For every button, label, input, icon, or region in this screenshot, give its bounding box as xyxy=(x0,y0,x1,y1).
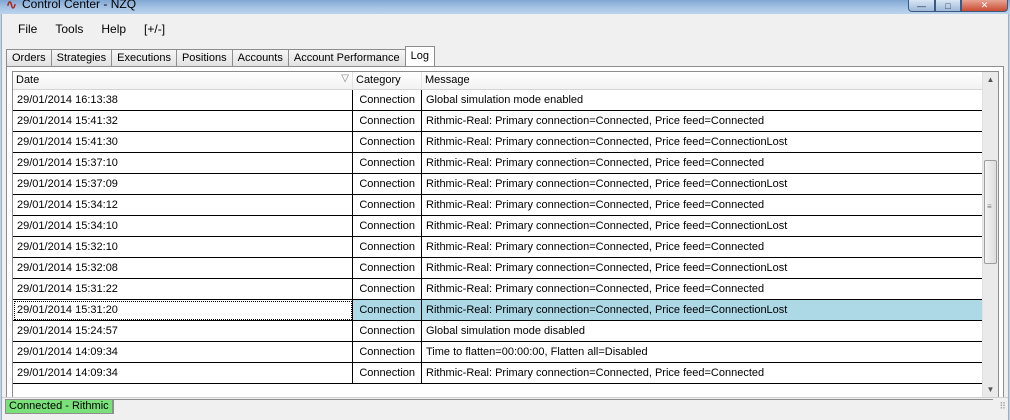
log-cell-message: Rithmic-Real: Primary connection=Connect… xyxy=(422,237,983,258)
log-cell-category: Connection xyxy=(353,300,422,321)
menu-bar: File Tools Help [+/-] xyxy=(2,18,173,38)
log-cell-date: 29/01/2014 14:09:34 xyxy=(13,363,353,384)
connection-status: Connected - Rithmic xyxy=(5,399,113,414)
close-button[interactable]: ✕ xyxy=(961,0,1008,12)
tab-strategies[interactable]: Strategies xyxy=(50,49,113,66)
resize-grip-icon[interactable]: ⠿ xyxy=(999,401,1006,412)
log-row[interactable]: 29/01/2014 15:41:32 Connection Rithmic-Rea… xyxy=(13,111,983,132)
log-row[interactable]: 29/01/2014 16:13:38 Connection Global simu… xyxy=(13,90,983,111)
scroll-up-arrow-icon[interactable]: ▲ xyxy=(983,72,998,88)
title-bar: ∿ Control Center - NZQ — □ ✕ xyxy=(0,0,1010,14)
log-cell-message: Rithmic-Real: Primary connection=Connect… xyxy=(422,132,983,153)
status-bar: Connected - Rithmic ⠿ xyxy=(2,397,1008,416)
menu-help[interactable]: Help xyxy=(93,18,134,38)
menu-toggle[interactable]: [+/-] xyxy=(136,18,173,38)
window-title: Control Center - NZQ xyxy=(22,0,137,11)
column-header-message[interactable]: Message xyxy=(422,72,983,89)
log-row[interactable]: 29/01/2014 15:34:10 Connection Rithmic-Rea… xyxy=(13,216,983,237)
log-cell-date: 29/01/2014 15:32:10 xyxy=(13,237,353,258)
log-cell-category: Connection xyxy=(353,111,422,132)
log-cell-category: Connection xyxy=(353,258,422,279)
log-cell-message: Rithmic-Real: Primary connection=Connect… xyxy=(422,153,983,174)
tab-log[interactable]: Log xyxy=(404,46,435,66)
log-cell-category: Connection xyxy=(353,132,422,153)
tab-orders[interactable]: Orders xyxy=(6,49,52,66)
column-header-date-label: Date xyxy=(16,74,40,86)
log-cell-date: 29/01/2014 15:41:30 xyxy=(13,132,353,153)
log-row[interactable]: 29/01/2014 15:37:09 Connection Rithmic-Rea… xyxy=(13,174,983,195)
maximize-button[interactable]: □ xyxy=(935,0,961,12)
log-row[interactable]: 29/01/2014 15:37:10 Connection Rithmic-Rea… xyxy=(13,153,983,174)
log-cell-message: Time to flatten=00:00:00, Flatten all=Di… xyxy=(422,342,983,363)
log-cell-category: Connection xyxy=(353,216,422,237)
vertical-scrollbar[interactable]: ▲ ≡ ▼ xyxy=(982,72,998,398)
tab-accounts[interactable]: Accounts xyxy=(231,49,289,66)
log-cell-message: Rithmic-Real: Primary connection=Connect… xyxy=(422,363,983,384)
log-grid-header: Date ▽ Category Message xyxy=(13,72,983,90)
tab-positions[interactable]: Positions xyxy=(175,49,233,66)
log-cell-category: Connection xyxy=(353,321,422,342)
tab-executions[interactable]: Executions xyxy=(111,49,177,66)
log-cell-message: Rithmic-Real: Primary connection=Connect… xyxy=(422,216,983,237)
app-logo-icon: ∿ xyxy=(6,0,17,12)
tab-strip: Orders Strategies Executions Positions A… xyxy=(6,46,435,66)
log-cell-date: 29/01/2014 15:31:20 xyxy=(13,300,353,321)
log-row[interactable]: 29/01/2014 15:31:20 Connection Rithmic-Rea… xyxy=(13,300,983,321)
scrollbar-thumb[interactable]: ≡ xyxy=(984,160,997,264)
menu-file[interactable]: File xyxy=(10,18,45,38)
scroll-down-arrow-icon[interactable]: ▼ xyxy=(983,382,998,398)
log-row[interactable]: 29/01/2014 14:09:34 Connection Time to fla… xyxy=(13,342,983,363)
minimize-button[interactable]: — xyxy=(908,0,935,12)
sort-descending-icon: ▽ xyxy=(341,73,349,84)
log-rows: 29/01/2014 16:13:38 Connection Global simu… xyxy=(13,90,983,384)
log-cell-message: Global simulation mode enabled xyxy=(422,90,983,111)
tab-account-performance[interactable]: Account Performance xyxy=(287,49,406,66)
log-grid: Date ▽ Category Message 29/01/2014 16:13… xyxy=(12,71,999,399)
log-cell-message: Rithmic-Real: Primary connection=Connect… xyxy=(422,258,983,279)
log-cell-date: 29/01/2014 15:41:32 xyxy=(13,111,353,132)
log-row[interactable]: 29/01/2014 15:32:10 Connection Rithmic-Rea… xyxy=(13,237,983,258)
log-cell-message: Rithmic-Real: Primary connection=Connect… xyxy=(422,195,983,216)
log-cell-date: 29/01/2014 15:34:12 xyxy=(13,195,353,216)
log-cell-date: 29/01/2014 15:37:10 xyxy=(13,153,353,174)
window-client-area: File Tools Help [+/-] Orders Strategies … xyxy=(1,14,1009,420)
log-cell-category: Connection xyxy=(353,279,422,300)
log-cell-category: Connection xyxy=(353,342,422,363)
log-cell-category: Connection xyxy=(353,237,422,258)
log-cell-message: Rithmic-Real: Primary connection=Connect… xyxy=(422,279,983,300)
log-row[interactable]: 29/01/2014 15:34:12 Connection Rithmic-Rea… xyxy=(13,195,983,216)
status-message-field xyxy=(113,399,993,414)
log-cell-date: 29/01/2014 16:13:38 xyxy=(13,90,353,111)
log-cell-message: Rithmic-Real: Primary connection=Connect… xyxy=(422,300,983,321)
log-row[interactable]: 29/01/2014 14:09:34 Connection Rithmic-Rea… xyxy=(13,363,983,384)
log-row[interactable]: 29/01/2014 15:41:30 Connection Rithmic-Rea… xyxy=(13,132,983,153)
log-cell-message: Global simulation mode disabled xyxy=(422,321,983,342)
log-tab-panel: Date ▽ Category Message 29/01/2014 16:13… xyxy=(6,66,1004,402)
log-cell-message: Rithmic-Real: Primary connection=Connect… xyxy=(422,174,983,195)
log-cell-date: 29/01/2014 15:24:57 xyxy=(13,321,353,342)
log-cell-category: Connection xyxy=(353,153,422,174)
log-cell-category: Connection xyxy=(353,174,422,195)
log-cell-message: Rithmic-Real: Primary connection=Connect… xyxy=(422,111,983,132)
scrollbar-grip-icon: ≡ xyxy=(987,202,992,211)
log-cell-date: 29/01/2014 15:37:09 xyxy=(13,174,353,195)
log-cell-date: 29/01/2014 15:32:08 xyxy=(13,258,353,279)
column-header-date[interactable]: Date ▽ xyxy=(13,72,353,89)
log-cell-category: Connection xyxy=(353,363,422,384)
window-controls: — □ ✕ xyxy=(908,0,1008,12)
log-cell-date: 29/01/2014 15:31:22 xyxy=(13,279,353,300)
log-cell-date: 29/01/2014 15:34:10 xyxy=(13,216,353,237)
column-header-category[interactable]: Category xyxy=(353,72,422,89)
log-row[interactable]: 29/01/2014 15:31:22 Connection Rithmic-Rea… xyxy=(13,279,983,300)
log-cell-category: Connection xyxy=(353,195,422,216)
log-cell-category: Connection xyxy=(353,90,422,111)
log-row[interactable]: 29/01/2014 15:24:57 Connection Global simu… xyxy=(13,321,983,342)
menu-tools[interactable]: Tools xyxy=(47,18,91,38)
log-cell-date: 29/01/2014 14:09:34 xyxy=(13,342,353,363)
log-row[interactable]: 29/01/2014 15:32:08 Connection Rithmic-Rea… xyxy=(13,258,983,279)
